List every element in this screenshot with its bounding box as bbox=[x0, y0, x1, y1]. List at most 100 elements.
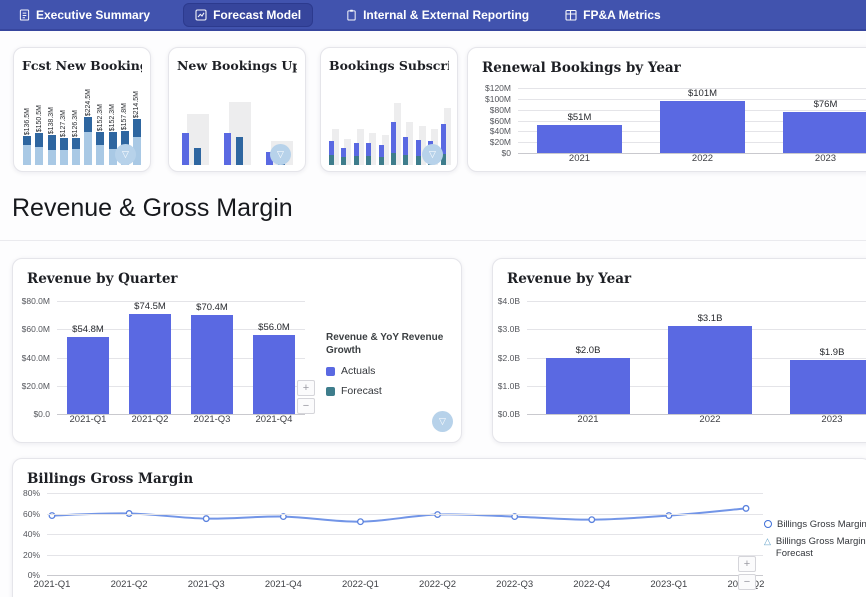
line-path bbox=[52, 508, 746, 521]
x-axis-label: 2021-Q1 bbox=[57, 414, 119, 431]
plot-area: $51M$101M$76M bbox=[518, 88, 866, 153]
y-axis-tick: $20.0M bbox=[22, 381, 50, 391]
bar[interactable] bbox=[329, 155, 334, 165]
legend-item-actuals[interactable]: Actuals bbox=[326, 365, 466, 377]
bar[interactable] bbox=[660, 101, 745, 153]
zoom-out-button[interactable]: − bbox=[297, 398, 315, 414]
bar[interactable] bbox=[253, 335, 296, 414]
bar[interactable] bbox=[537, 125, 622, 153]
line-chart-icon bbox=[195, 9, 207, 21]
bar[interactable] bbox=[366, 156, 371, 165]
zoom-out-button[interactable]: − bbox=[738, 574, 756, 590]
data-point[interactable] bbox=[203, 516, 209, 522]
bar-segment-dark bbox=[72, 138, 80, 149]
section-divider bbox=[0, 240, 866, 241]
bar[interactable] bbox=[224, 133, 231, 165]
legend-item-actuals[interactable]: Billings Gross Margin Ac bbox=[764, 519, 866, 531]
bar-column: $126.3M bbox=[71, 110, 81, 165]
tab-internal-external-reporting[interactable]: Internal & External Reporting bbox=[343, 3, 532, 27]
bar[interactable] bbox=[391, 122, 396, 154]
bar-value-label: $126.3M bbox=[72, 110, 79, 137]
watermark-logo: ▽ bbox=[422, 144, 443, 165]
data-point[interactable] bbox=[512, 514, 518, 520]
bar[interactable] bbox=[60, 138, 68, 165]
x-axis-label: 2021-Q3 bbox=[181, 414, 243, 431]
tab-executive-summary[interactable]: Executive Summary bbox=[16, 3, 153, 27]
tab-label: Forecast Model bbox=[213, 8, 301, 22]
bar-column: $70.4M bbox=[181, 301, 243, 414]
y-axis-tick: $0.0B bbox=[498, 409, 520, 419]
bar[interactable] bbox=[546, 358, 630, 415]
bar[interactable] bbox=[23, 136, 31, 165]
bar[interactable] bbox=[67, 337, 110, 414]
legend-item-forecast[interactable]: Forecast bbox=[326, 385, 466, 397]
data-point[interactable] bbox=[358, 519, 364, 525]
bar-group bbox=[366, 86, 374, 165]
bar[interactable] bbox=[329, 141, 334, 154]
quarter-bar-chart: $80.0M$60.0M$40.0M$20.0M$0.0$54.8M$74.5M… bbox=[15, 301, 305, 431]
tab-forecast-model[interactable]: Forecast Model bbox=[183, 3, 313, 27]
bar[interactable] bbox=[236, 137, 243, 165]
card-fcst-new-bookings: Fcst New Booking... $136.5M$150.5M$138.3… bbox=[13, 47, 151, 172]
bar-segment-light bbox=[84, 132, 92, 165]
y-axis-tick: $80M bbox=[490, 105, 511, 115]
bar[interactable] bbox=[379, 157, 384, 165]
bar-value-label: $136.5M bbox=[24, 108, 31, 135]
actuals-swatch bbox=[326, 367, 335, 376]
bar[interactable] bbox=[341, 148, 346, 157]
y-axis-tick: 60% bbox=[23, 509, 40, 519]
bar-column: $76M bbox=[764, 88, 866, 153]
bar[interactable] bbox=[391, 153, 396, 165]
data-point[interactable] bbox=[281, 514, 287, 520]
legend-title: Revenue & YoY Revenue Growth bbox=[326, 331, 466, 357]
bar-value-label: $101M bbox=[688, 88, 717, 99]
bar[interactable] bbox=[403, 137, 408, 154]
zoom-in-button[interactable]: + bbox=[738, 556, 756, 572]
bar[interactable] bbox=[48, 135, 56, 165]
bar[interactable] bbox=[379, 145, 384, 157]
bar-column: $2.0B bbox=[527, 301, 649, 414]
y-axis-tick: $60M bbox=[490, 116, 511, 126]
y-axis-tick: $40.0M bbox=[22, 353, 50, 363]
bar[interactable] bbox=[403, 155, 408, 165]
bar[interactable] bbox=[416, 140, 421, 156]
bar-column: $152.3M bbox=[95, 104, 105, 165]
forecast-swatch bbox=[326, 387, 335, 396]
y-axis-tick: $120M bbox=[485, 83, 511, 93]
bar[interactable] bbox=[129, 314, 172, 414]
x-axis-label: 2021-Q4 bbox=[253, 579, 313, 590]
zoom-in-button[interactable]: + bbox=[297, 380, 315, 396]
tab-fpa-metrics[interactable]: FP&A Metrics bbox=[562, 3, 664, 27]
gridline bbox=[47, 555, 763, 556]
x-axis-label: 2021-Q4 bbox=[243, 414, 305, 431]
x-axis-label: 2022 bbox=[649, 414, 771, 431]
bar[interactable] bbox=[366, 143, 371, 156]
legend-item-forecast[interactable]: △ Billings Gross Margin Forecast bbox=[764, 536, 866, 560]
bar[interactable] bbox=[354, 156, 359, 165]
bar[interactable] bbox=[182, 133, 189, 165]
bar[interactable] bbox=[194, 148, 201, 165]
bar[interactable] bbox=[72, 138, 80, 165]
bar-group bbox=[341, 86, 349, 165]
data-point[interactable] bbox=[589, 517, 595, 523]
legend-label: Actuals bbox=[341, 365, 375, 377]
card-title: Billings Gross Margin bbox=[27, 471, 861, 487]
x-axis: 202120222023 bbox=[527, 414, 866, 431]
gridline bbox=[47, 493, 763, 494]
bar-value-label: $56.0M bbox=[258, 322, 290, 333]
bar[interactable] bbox=[354, 143, 359, 156]
bar[interactable] bbox=[191, 315, 234, 414]
bar[interactable] bbox=[341, 157, 346, 165]
data-point[interactable] bbox=[743, 506, 749, 512]
card-billings-gross-margin: Billings Gross Margin 80%60%40%20%0%2021… bbox=[12, 458, 866, 597]
bar[interactable] bbox=[783, 112, 866, 153]
bar[interactable] bbox=[96, 132, 104, 165]
bar[interactable] bbox=[84, 117, 92, 165]
bar-column: $101M bbox=[641, 88, 764, 153]
bar-value-label: $224.5M bbox=[85, 89, 92, 116]
bar[interactable] bbox=[416, 156, 421, 165]
bar-column: $74.5M bbox=[119, 301, 181, 414]
bar[interactable] bbox=[35, 133, 43, 165]
bar[interactable] bbox=[790, 360, 866, 414]
bar[interactable] bbox=[668, 326, 752, 414]
